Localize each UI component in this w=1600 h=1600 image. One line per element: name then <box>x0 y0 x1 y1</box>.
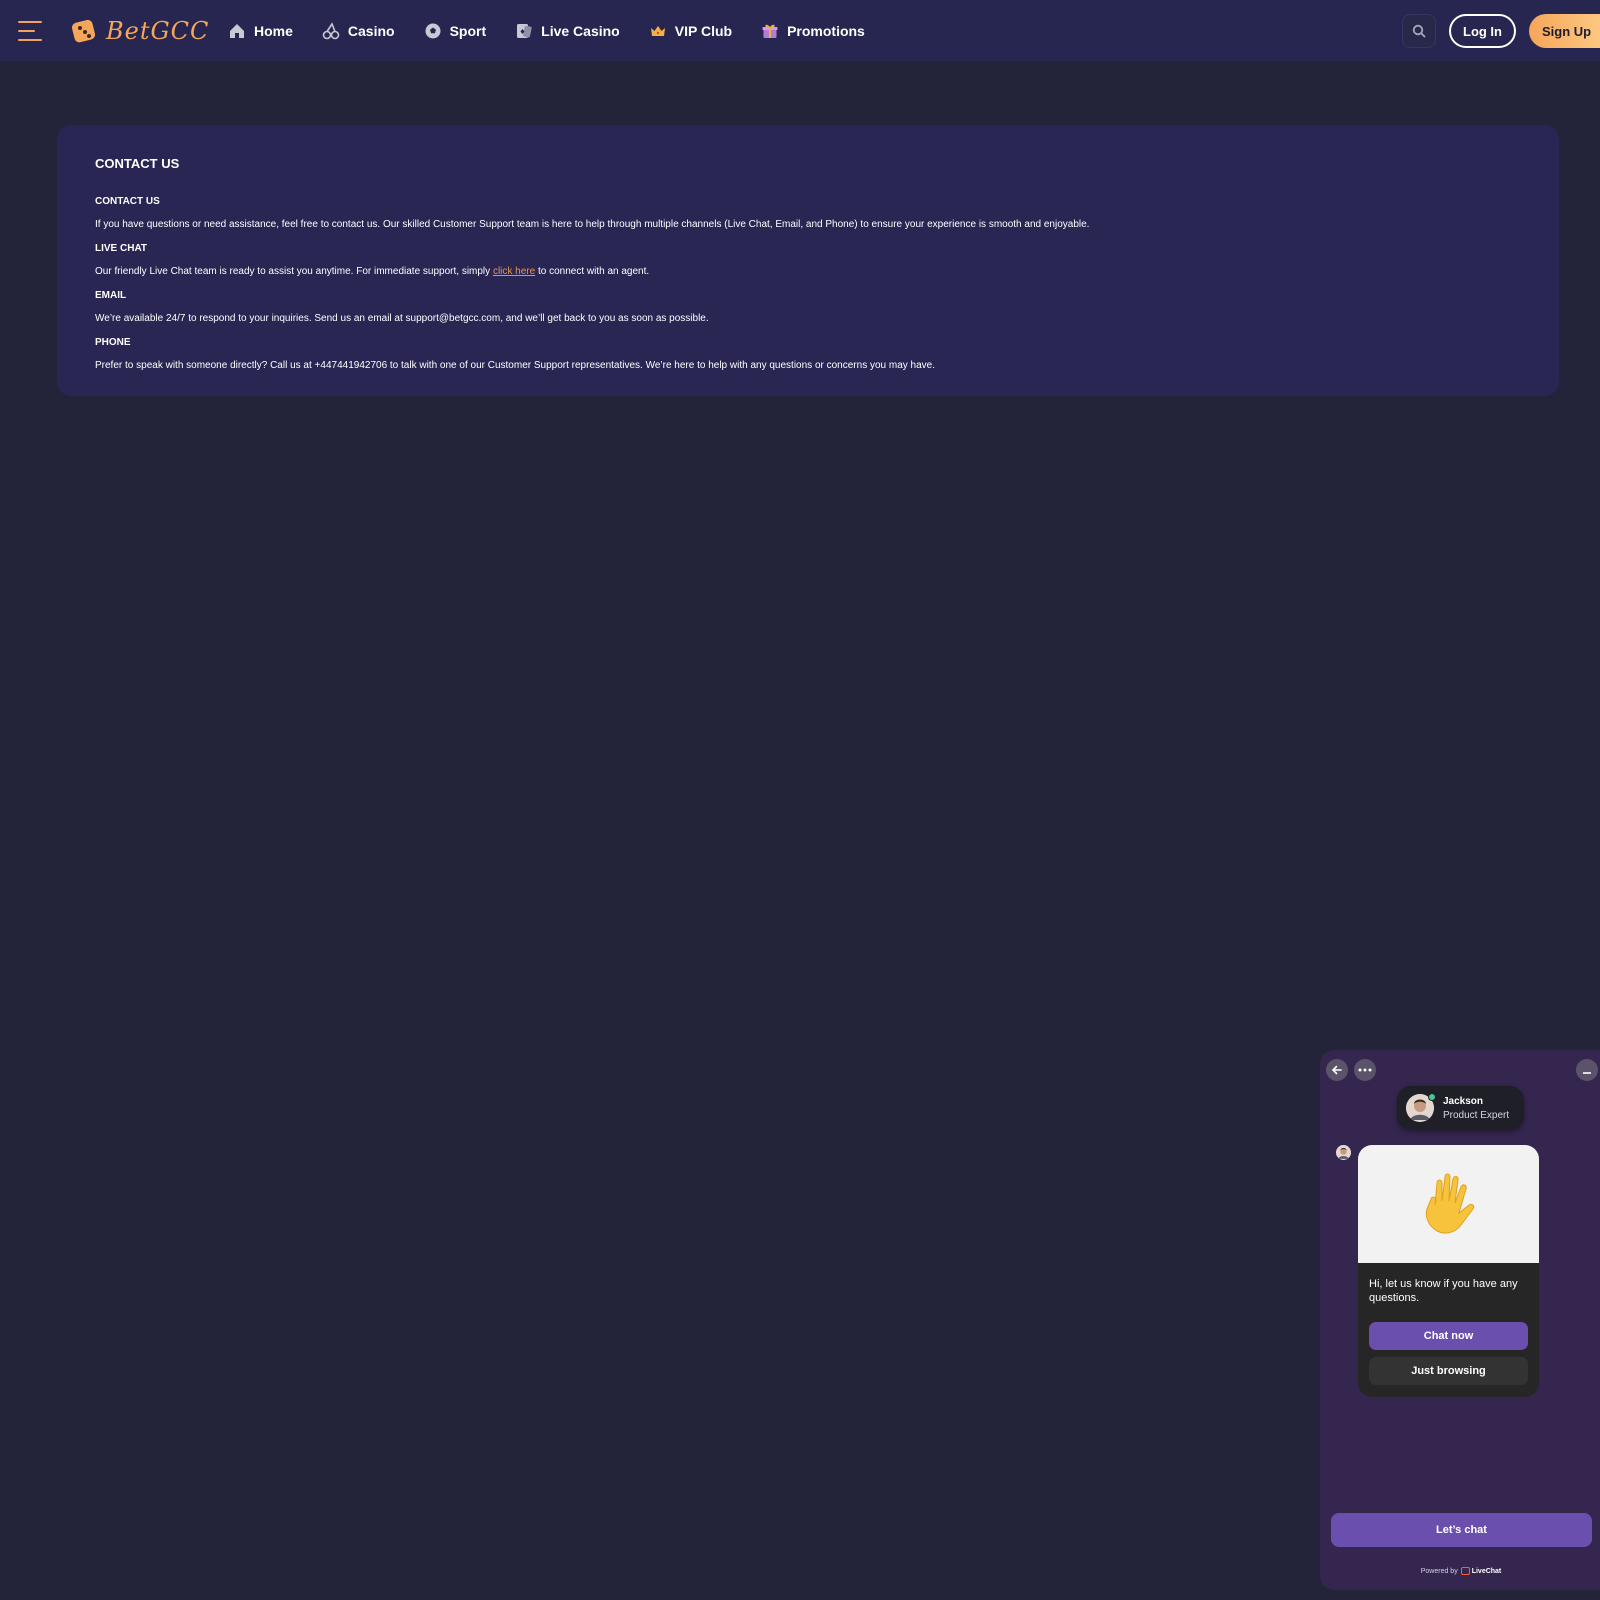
nav-live-casino[interactable]: Live Casino <box>515 22 620 40</box>
section-heading-email: EMAIL <box>95 290 127 301</box>
nav-home[interactable]: Home <box>228 22 293 40</box>
search-icon <box>1412 24 1426 38</box>
nav-vip-club-label: VIP Club <box>674 22 733 39</box>
section-text-phone: Prefer to speak with someone directly? C… <box>95 360 935 371</box>
chat-now-button[interactable]: Chat now <box>1369 1322 1528 1350</box>
crown-icon <box>650 25 665 36</box>
agent-name: Jackson <box>1443 1095 1484 1107</box>
dice-icon <box>71 19 96 43</box>
site-logo[interactable]: BetGCC <box>70 14 209 48</box>
home-icon <box>230 23 244 38</box>
greeting-message-card: Hi, let us know if you have any question… <box>1358 1145 1539 1397</box>
agent-mini-avatar-image <box>1336 1145 1351 1160</box>
contact-card: CONTACT US CONTACT US If you have questi… <box>57 125 1559 396</box>
section-heading-phone: PHONE <box>95 337 131 348</box>
nav-vip-club[interactable]: VIP Club <box>649 22 732 40</box>
just-browsing-button[interactable]: Just browsing <box>1369 1357 1528 1385</box>
nav-home-label: Home <box>254 22 293 39</box>
section-heading-live-chat: LIVE CHAT <box>95 243 148 254</box>
login-button[interactable]: Log In <box>1449 14 1516 48</box>
section-text-live-chat: Our friendly Live Chat team is ready to … <box>95 266 1521 278</box>
powered-by-text: Powered by <box>1420 1567 1458 1575</box>
soccer-ball-icon <box>425 23 441 38</box>
live-chat-text-after: to connect with an agent. <box>535 266 650 277</box>
livechat-brand: LiveChat <box>1471 1567 1502 1575</box>
playing-card-icon <box>517 23 532 38</box>
lets-chat-button[interactable]: Let’s chat <box>1331 1513 1592 1547</box>
nav-casino-label: Casino <box>347 22 395 39</box>
greeting-hero <box>1358 1145 1539 1263</box>
signup-button[interactable]: Sign Up <box>1529 14 1600 48</box>
page-title: CONTACT US <box>95 156 180 171</box>
search-button[interactable] <box>1402 14 1436 48</box>
powered-by-footer: Powered by LiveChat <box>1320 1567 1600 1575</box>
section-text-contact: If you have questions or need assistance… <box>95 219 1090 230</box>
nav-casino[interactable]: Casino <box>322 21 395 40</box>
livechat-brand-link[interactable]: LiveChat <box>1460 1567 1502 1575</box>
section-heading-contact: CONTACT US <box>95 196 160 207</box>
minimize-icon <box>1583 1072 1591 1074</box>
arrow-left-icon <box>1331 1065 1342 1075</box>
nav-sport[interactable]: Sport <box>424 22 487 40</box>
main-nav: Home Casino Sport Live Casino VIP Club P… <box>228 0 894 61</box>
menu-icon[interactable] <box>18 19 44 43</box>
agent-mini-avatar <box>1336 1145 1351 1160</box>
livechat-logo-icon <box>1460 1567 1470 1575</box>
agent-avatar <box>1406 1093 1436 1122</box>
greeting-message: Hi, let us know if you have any question… <box>1369 1278 1518 1304</box>
waving-hand-icon <box>1425 1173 1474 1234</box>
agent-header: Jackson Product Expert <box>1397 1086 1524 1130</box>
nav-live-casino-label: Live Casino <box>541 22 620 39</box>
more-options-button[interactable] <box>1354 1059 1376 1081</box>
top-header: BetGCC Home Casino Sport Live Casino VIP… <box>0 0 1600 61</box>
online-status-dot <box>1428 1093 1436 1101</box>
back-button[interactable] <box>1326 1059 1348 1081</box>
gift-icon <box>762 24 778 38</box>
livechat-widget: Jackson Product Expert Hi, let us know i… <box>1320 1050 1600 1590</box>
minimize-button[interactable] <box>1576 1059 1598 1081</box>
nav-sport-label: Sport <box>449 22 487 39</box>
click-here-link[interactable]: click here <box>493 266 535 277</box>
agent-role: Product Expert <box>1443 1109 1510 1121</box>
nav-promotions-label: Promotions <box>787 22 865 39</box>
nav-promotions[interactable]: Promotions <box>761 22 865 40</box>
logo-text: BetGCC <box>106 17 210 45</box>
more-icon <box>1358 1068 1372 1072</box>
section-text-email: We’re available 24/7 to respond to your … <box>95 313 709 324</box>
live-chat-text-before: Our friendly Live Chat team is ready to … <box>95 266 493 277</box>
cherry-icon <box>322 21 340 39</box>
